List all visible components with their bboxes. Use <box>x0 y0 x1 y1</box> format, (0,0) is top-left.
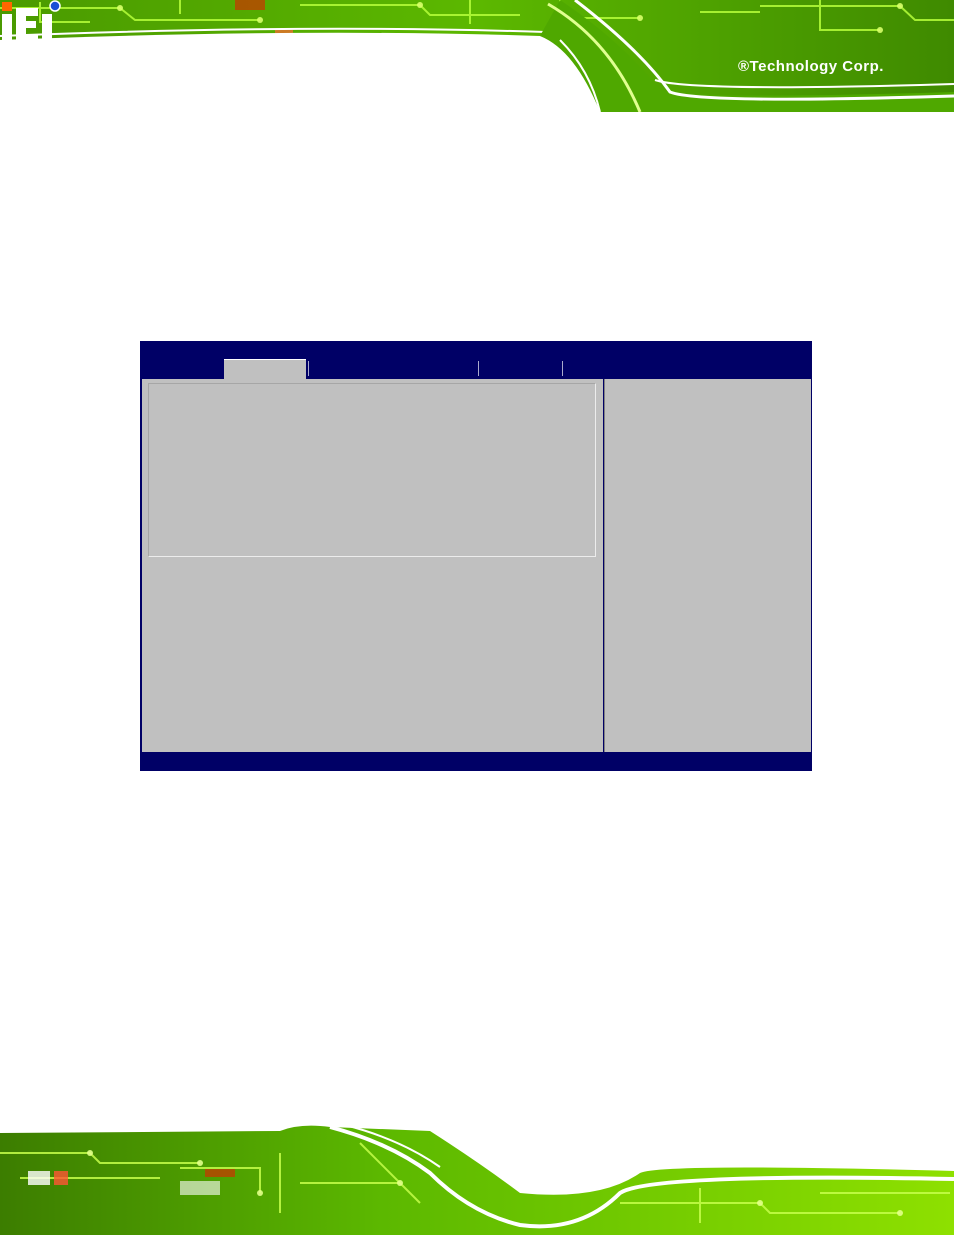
bios-screen <box>140 341 812 771</box>
tab-separator <box>478 361 479 376</box>
iei-logo <box>2 0 61 42</box>
brand-text: ®Technology Corp. <box>738 58 884 75</box>
tab-5[interactable] <box>564 359 644 378</box>
tab-separator <box>308 361 309 376</box>
bios-tab-row <box>140 359 812 379</box>
bios-title <box>140 341 812 359</box>
bios-settings-group-box <box>148 383 596 557</box>
bios-main-pane <box>142 379 603 752</box>
bios-footer <box>140 753 812 771</box>
tab-1[interactable] <box>144 359 222 378</box>
footer-banner <box>0 1123 954 1235</box>
pcb-footer-graphic <box>0 1123 954 1235</box>
tab-separator <box>562 361 563 376</box>
tab-3[interactable] <box>310 359 476 378</box>
header-banner: ®Technology Corp. <box>0 0 954 112</box>
bios-help-pane <box>604 379 811 752</box>
tab-2-active[interactable] <box>224 359 306 379</box>
tab-4[interactable] <box>480 359 560 378</box>
pcb-header-graphic <box>0 0 954 112</box>
